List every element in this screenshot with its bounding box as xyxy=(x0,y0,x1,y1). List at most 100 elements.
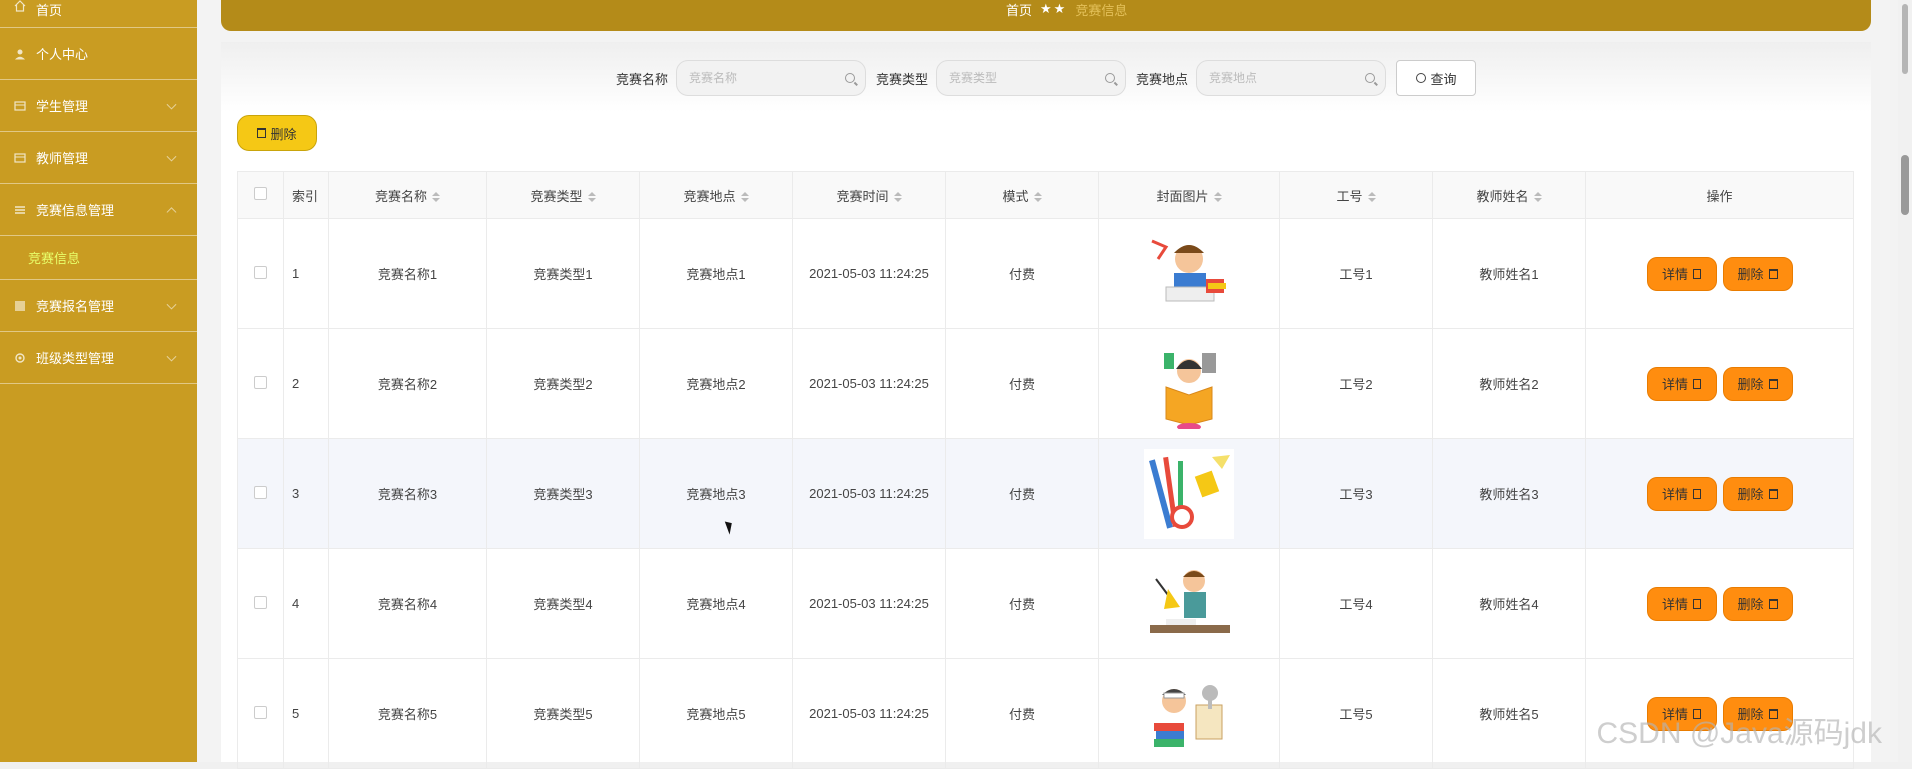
cell-index: 1 xyxy=(284,219,329,329)
star-icon: ★★ xyxy=(1040,1,1067,17)
row-select[interactable] xyxy=(238,219,284,329)
cell-mode: 付费 xyxy=(946,219,1099,329)
home-icon xyxy=(14,0,26,12)
gear-icon xyxy=(14,352,26,364)
competition-table: 索引 竞赛名称 竞赛类型 竞赛地点 竞赛时间 模式 封面图片 工号 教师姓名 操… xyxy=(237,171,1854,769)
detail-button[interactable]: 详情 xyxy=(1647,257,1717,291)
document-icon xyxy=(1693,489,1701,499)
cell-index: 2 xyxy=(284,329,329,439)
sidebar-item-competition-info-management[interactable]: 竞赛信息管理 xyxy=(0,184,197,236)
sort-icon[interactable] xyxy=(1368,192,1376,202)
header-time[interactable]: 竞赛时间 xyxy=(793,172,946,219)
sidebar-item-label: 竞赛信息管理 xyxy=(36,200,114,219)
menu-icon xyxy=(14,300,26,312)
search-input-type-wrap xyxy=(936,60,1126,96)
chevron-down-icon xyxy=(167,151,177,161)
sidebar-item-class-type-management[interactable]: 班级类型管理 xyxy=(0,332,197,384)
cell-job-no: 工号4 xyxy=(1280,549,1433,659)
table-row[interactable]: 3竞赛名称3竞赛类型3竞赛地点32021-05-03 11:24:25付费工号3… xyxy=(238,439,1854,549)
cell-time: 2021-05-03 11:24:25 xyxy=(793,659,946,769)
sort-icon[interactable] xyxy=(894,192,902,202)
menu-icon xyxy=(14,100,26,112)
cell-type: 竞赛类型4 xyxy=(487,549,640,659)
header-job-no[interactable]: 工号 xyxy=(1280,172,1433,219)
sort-icon[interactable] xyxy=(1534,192,1542,202)
query-button-label: 查询 xyxy=(1431,69,1457,88)
document-icon xyxy=(1693,599,1701,609)
scrollbar-thumb[interactable] xyxy=(1901,155,1909,215)
cell-name: 竞赛名称4 xyxy=(329,549,487,659)
delete-button[interactable]: 删除 xyxy=(1723,257,1793,291)
sidebar-item-personal-center[interactable]: 个人中心 xyxy=(0,28,197,80)
table-row[interactable]: 2竞赛名称2竞赛类型2竞赛地点22021-05-03 11:24:25付费工号2… xyxy=(238,329,1854,439)
main-content: 首页 ★★ 竞赛信息 竞赛名称 竞赛类型 竞赛地点 查 xyxy=(197,0,1912,762)
cell-type: 竞赛类型3 xyxy=(487,439,640,549)
sort-icon[interactable] xyxy=(741,192,749,202)
header-cover[interactable]: 封面图片 xyxy=(1099,172,1280,219)
row-select[interactable] xyxy=(238,329,284,439)
delete-button[interactable]: 删除 xyxy=(1723,587,1793,621)
row-select[interactable] xyxy=(238,659,284,769)
cell-place: 竞赛地点1 xyxy=(640,219,793,329)
search-bar: 竞赛名称 竞赛类型 竞赛地点 查询 xyxy=(221,60,1871,96)
cell-mode: 付费 xyxy=(946,549,1099,659)
cell-teacher: 教师姓名2 xyxy=(1433,329,1586,439)
user-icon xyxy=(14,48,26,60)
breadcrumb-home[interactable]: 首页 xyxy=(1006,0,1032,19)
sidebar-item-label: 教师管理 xyxy=(36,148,88,167)
header-type[interactable]: 竞赛类型 xyxy=(487,172,640,219)
cell-cover xyxy=(1099,219,1280,329)
cover-image xyxy=(1144,669,1234,759)
trash-icon xyxy=(1769,379,1778,389)
breadcrumb-current: 竞赛信息 xyxy=(1075,0,1127,19)
header-mode[interactable]: 模式 xyxy=(946,172,1099,219)
checkbox[interactable] xyxy=(254,266,267,279)
search-label-name: 竞赛名称 xyxy=(616,69,668,88)
sidebar-item-home[interactable]: 首页 xyxy=(0,0,197,28)
batch-delete-button[interactable]: 删除 xyxy=(237,115,317,151)
menu-icon xyxy=(14,204,26,216)
query-button[interactable]: 查询 xyxy=(1396,60,1476,96)
checkbox[interactable] xyxy=(254,187,267,200)
detail-button[interactable]: 详情 xyxy=(1647,477,1717,511)
search-input-place[interactable] xyxy=(1209,71,1359,85)
sort-icon[interactable] xyxy=(588,192,596,202)
cell-actions: 详情删除 xyxy=(1586,549,1854,659)
search-input-type[interactable] xyxy=(949,71,1099,85)
row-select[interactable] xyxy=(238,549,284,659)
sidebar-item-label: 班级类型管理 xyxy=(36,348,114,367)
detail-button[interactable]: 详情 xyxy=(1647,587,1717,621)
header-teacher[interactable]: 教师姓名 xyxy=(1433,172,1586,219)
sidebar-subitem-competition-info[interactable]: 竞赛信息 xyxy=(0,236,197,280)
cell-name: 竞赛名称5 xyxy=(329,659,487,769)
checkbox[interactable] xyxy=(254,376,267,389)
cell-type: 竞赛类型2 xyxy=(487,329,640,439)
sidebar-item-registration-management[interactable]: 竞赛报名管理 xyxy=(0,280,197,332)
sort-icon[interactable] xyxy=(432,192,440,202)
content-panel: 竞赛名称 竞赛类型 竞赛地点 查询 删除 xyxy=(221,42,1871,762)
row-select[interactable] xyxy=(238,439,284,549)
checkbox[interactable] xyxy=(254,596,267,609)
detail-button[interactable]: 详情 xyxy=(1647,367,1717,401)
delete-button[interactable]: 删除 xyxy=(1723,477,1793,511)
sort-icon[interactable] xyxy=(1214,192,1222,202)
header-name[interactable]: 竞赛名称 xyxy=(329,172,487,219)
vertical-scrollbar[interactable] xyxy=(1898,0,1912,762)
sort-icon[interactable] xyxy=(1034,192,1042,202)
search-label-place: 竞赛地点 xyxy=(1136,69,1188,88)
top-banner: 首页 ★★ 竞赛信息 xyxy=(221,0,1871,31)
checkbox[interactable] xyxy=(254,706,267,719)
chevron-down-icon xyxy=(167,351,177,361)
sidebar-item-teacher-management[interactable]: 教师管理 xyxy=(0,132,197,184)
header-place[interactable]: 竞赛地点 xyxy=(640,172,793,219)
header-select-all[interactable] xyxy=(238,172,284,219)
sidebar-item-label: 学生管理 xyxy=(36,96,88,115)
search-input-name[interactable] xyxy=(689,71,839,85)
table-row[interactable]: 4竞赛名称4竞赛类型4竞赛地点42021-05-03 11:24:25付费工号4… xyxy=(238,549,1854,659)
checkbox[interactable] xyxy=(254,486,267,499)
cell-job-no: 工号5 xyxy=(1280,659,1433,769)
sidebar-item-student-management[interactable]: 学生管理 xyxy=(0,80,197,132)
delete-button[interactable]: 删除 xyxy=(1723,367,1793,401)
cell-mode: 付费 xyxy=(946,329,1099,439)
table-row[interactable]: 1竞赛名称1竞赛类型1竞赛地点12021-05-03 11:24:25付费工号1… xyxy=(238,219,1854,329)
